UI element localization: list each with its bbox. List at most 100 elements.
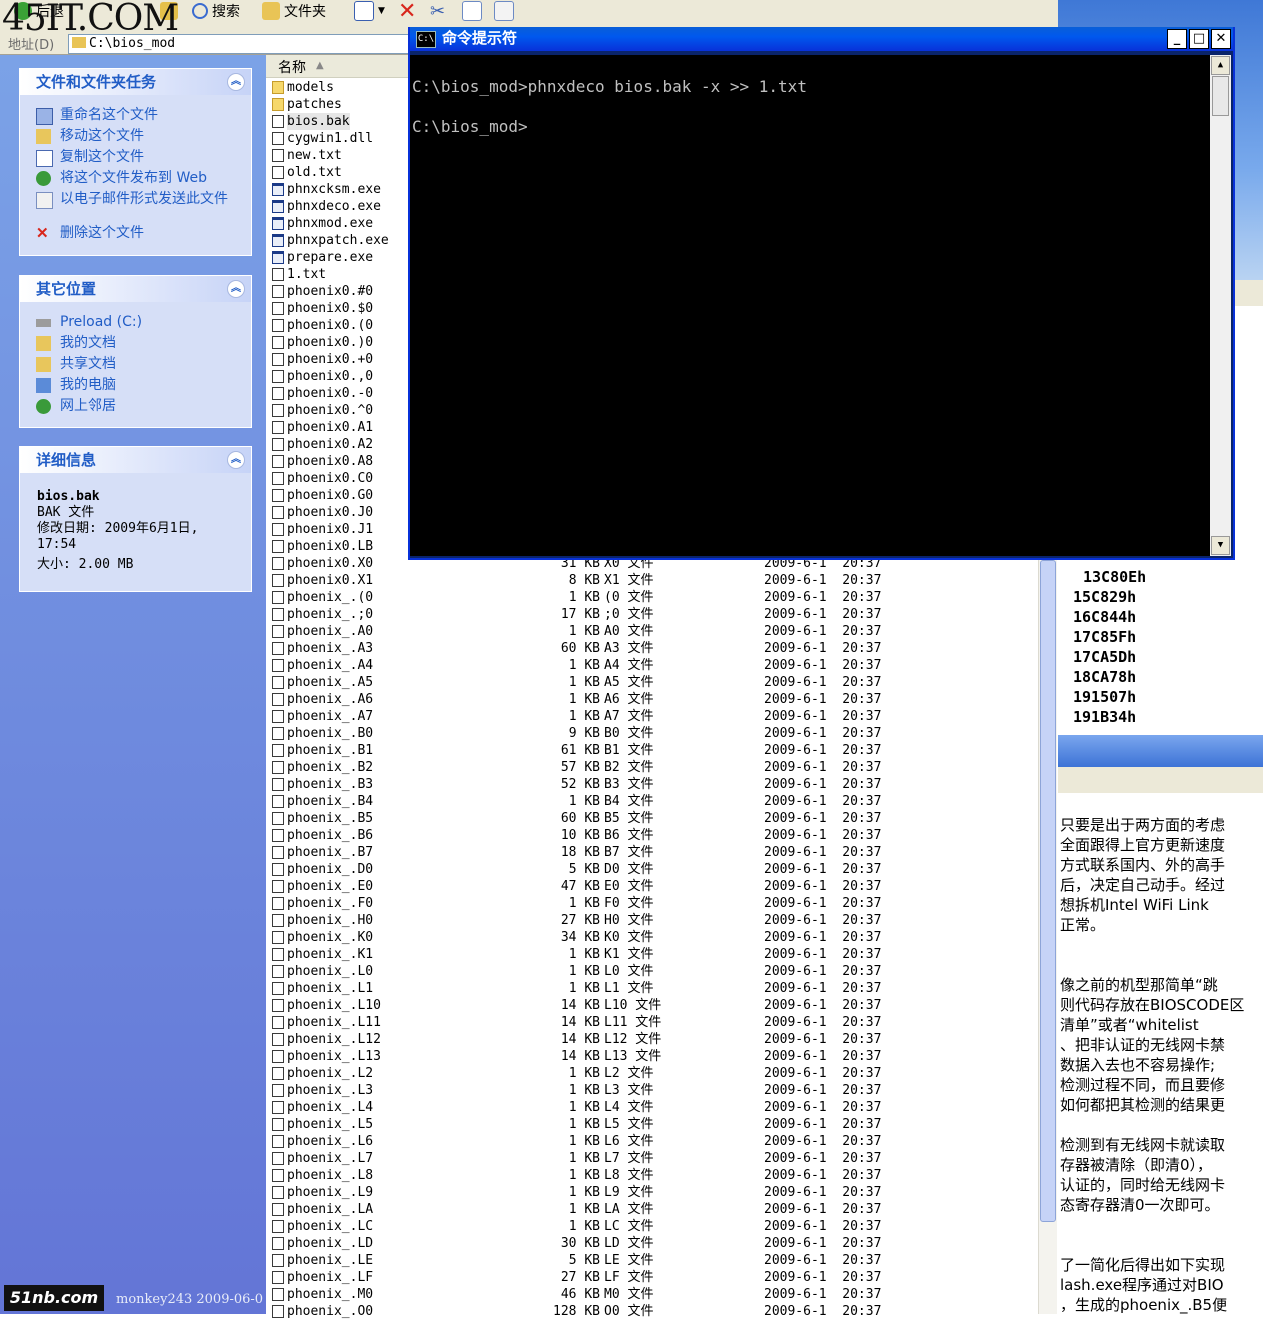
file-icon <box>272 489 284 502</box>
task-publish-web[interactable]: 将这个文件发布到 Web <box>20 168 251 189</box>
file-tasks-header[interactable]: 文件和文件夹任务 ︽ <box>20 69 251 95</box>
file-row[interactable]: phoenix_.A4 1 KB A4 文件 2009-6-1 20:37 <box>270 657 1050 674</box>
file-row[interactable]: phoenix_.A5 1 KB A5 文件 2009-6-1 20:37 <box>270 674 1050 691</box>
file-name: phoenix0.+0 <box>287 352 374 367</box>
file-name: phoenix_.LD <box>287 1236 374 1251</box>
delete-button[interactable]: ✕ <box>398 0 416 24</box>
file-row[interactable]: phoenix_.B1 61 KB B1 文件 2009-6-1 20:37 <box>270 742 1050 759</box>
file-row[interactable]: phoenix_.A3 60 KB A3 文件 2009-6-1 20:37 <box>270 640 1050 657</box>
address-label: 地址(D) <box>8 38 55 53</box>
other-places-header[interactable]: 其它位置 ︽ <box>20 276 251 302</box>
file-row[interactable]: phoenix_.L9 1 KB L9 文件 2009-6-1 20:37 <box>270 1184 1050 1201</box>
cmd-titlebar[interactable] <box>410 27 1233 51</box>
task-delete[interactable]: ✕ 删除这个文件 <box>20 223 251 244</box>
file-icon <box>272 268 284 281</box>
place-label: Preload (C:) <box>60 314 143 330</box>
minimize-button[interactable]: _ <box>1167 29 1187 49</box>
place-my-computer[interactable]: 我的电脑 <box>20 375 251 396</box>
file-tasks-panel: 文件和文件夹任务 ︽ 重命名这个文件 移动这个文件 复制这个文件 将这个文件发布… <box>19 68 252 256</box>
site-logo: 51nb.com <box>4 1285 104 1311</box>
file-row[interactable]: phoenix_.L12 14 KB L12 文件 2009-6-1 20:37 <box>270 1031 1050 1048</box>
hex-offset-line: 191B34h <box>1073 708 1137 726</box>
file-row[interactable]: phoenix_.LA 1 KB LA 文件 2009-6-1 20:37 <box>270 1201 1050 1218</box>
file-row[interactable]: phoenix_.B3 52 KB B3 文件 2009-6-1 20:37 <box>270 776 1050 793</box>
file-row[interactable]: phoenix_.LE 5 KB LE 文件 2009-6-1 20:37 <box>270 1252 1050 1269</box>
file-row[interactable]: phoenix_.B6 10 KB B6 文件 2009-6-1 20:37 <box>270 827 1050 844</box>
file-row[interactable]: phoenix_.L7 1 KB L7 文件 2009-6-1 20:37 <box>270 1150 1050 1167</box>
file-row[interactable]: phoenix_.B0 9 KB B0 文件 2009-6-1 20:37 <box>270 725 1050 742</box>
paste-button[interactable] <box>494 0 514 22</box>
task-rename[interactable]: 重命名这个文件 <box>20 105 251 126</box>
task-move[interactable]: 移动这个文件 <box>20 126 251 147</box>
collapse-chevron-icon[interactable]: ︽ <box>227 280 245 298</box>
file-name: phoenix0.X0 <box>287 556 374 571</box>
file-row[interactable]: phoenix_.A6 1 KB A6 文件 2009-6-1 20:37 <box>270 691 1050 708</box>
folders-button[interactable]: 文件夹 <box>262 0 326 22</box>
file-row[interactable]: phoenix_.B2 57 KB B2 文件 2009-6-1 20:37 <box>270 759 1050 776</box>
close-button[interactable]: ✕ <box>1211 29 1231 49</box>
file-row[interactable]: phoenix0.X1 8 KB X1 文件 2009-6-1 20:37 <box>270 572 1050 589</box>
file-tasks-title: 文件和文件夹任务 <box>36 73 157 91</box>
file-type: B3 文件 <box>604 777 654 792</box>
file-row[interactable]: phoenix_.F0 1 KB F0 文件 2009-6-1 20:37 <box>270 895 1050 912</box>
file-row[interactable]: phoenix_.L3 1 KB L3 文件 2009-6-1 20:37 <box>270 1082 1050 1099</box>
file-row[interactable]: phoenix_.B4 1 KB B4 文件 2009-6-1 20:37 <box>270 793 1050 810</box>
file-row[interactable]: phoenix_.L5 1 KB L5 文件 2009-6-1 20:37 <box>270 1116 1050 1133</box>
cmd-window-icon[interactable]: C:\ <box>416 31 436 48</box>
file-row[interactable]: phoenix_.A7 1 KB A7 文件 2009-6-1 20:37 <box>270 708 1050 725</box>
maximize-button[interactable]: □ <box>1189 29 1209 49</box>
file-type: A4 文件 <box>604 658 654 673</box>
place-my-documents[interactable]: 我的文档 <box>20 333 251 354</box>
file-row[interactable]: phoenix_.L2 1 KB L2 文件 2009-6-1 20:37 <box>270 1065 1050 1082</box>
place-network[interactable]: 网上邻居 <box>20 396 251 417</box>
file-row[interactable]: phoenix_.L0 1 KB L0 文件 2009-6-1 20:37 <box>270 963 1050 980</box>
cut-button[interactable]: ✂ <box>430 0 445 22</box>
task-copy[interactable]: 复制这个文件 <box>20 147 251 168</box>
task-email[interactable]: 以电子邮件形式发送此文件 <box>20 189 251 223</box>
file-icon <box>272 387 284 400</box>
file-row[interactable]: phoenix_.B7 18 KB B7 文件 2009-6-1 20:37 <box>270 844 1050 861</box>
file-row[interactable]: phoenix_.B5 60 KB B5 文件 2009-6-1 20:37 <box>270 810 1050 827</box>
file-row[interactable]: phoenix_.H0 27 KB H0 文件 2009-6-1 20:37 <box>270 912 1050 929</box>
file-icon <box>272 710 284 723</box>
file-row[interactable]: phoenix_.A0 1 KB A0 文件 2009-6-1 20:37 <box>270 623 1050 640</box>
address-input[interactable]: C:\bios_mod <box>68 34 410 54</box>
file-row[interactable]: phoenix_.L6 1 KB L6 文件 2009-6-1 20:37 <box>270 1133 1050 1150</box>
scroll-up-icon[interactable]: ▲ <box>1211 56 1230 75</box>
file-date: 2009-6-1 20:37 <box>764 1236 882 1251</box>
file-type: L2 文件 <box>604 1066 654 1081</box>
file-row[interactable]: phoenix_.K1 1 KB K1 文件 2009-6-1 20:37 <box>270 946 1050 963</box>
file-name: phoenix_.B7 <box>287 845 374 860</box>
console-output[interactable] <box>410 55 1210 556</box>
file-row[interactable]: phoenix_.O0 128 KB O0 文件 2009-6-1 20:37 <box>270 1303 1050 1320</box>
file-row[interactable]: phoenix_.D0 5 KB D0 文件 2009-6-1 20:37 <box>270 861 1050 878</box>
file-row[interactable]: phoenix_.K0 34 KB K0 文件 2009-6-1 20:37 <box>270 929 1050 946</box>
file-row[interactable]: phoenix_.L8 1 KB L8 文件 2009-6-1 20:37 <box>270 1167 1050 1184</box>
file-row[interactable]: phoenix_.M0 46 KB M0 文件 2009-6-1 20:37 <box>270 1286 1050 1303</box>
file-row[interactable]: phoenix_.LC 1 KB LC 文件 2009-6-1 20:37 <box>270 1218 1050 1235</box>
file-row[interactable]: phoenix_.L11 14 KB L11 文件 2009-6-1 20:37 <box>270 1014 1050 1031</box>
file-type: L3 文件 <box>604 1083 654 1098</box>
file-row[interactable]: phoenix_.L13 14 KB L13 文件 2009-6-1 20:37 <box>270 1048 1050 1065</box>
file-row[interactable]: phoenix_.;0 17 KB ;0 文件 2009-6-1 20:37 <box>270 606 1050 623</box>
search-button[interactable]: 搜索 <box>192 0 240 22</box>
collapse-chevron-icon[interactable]: ︽ <box>227 73 245 91</box>
scrollbar-thumb[interactable] <box>1040 560 1056 1222</box>
file-type: A5 文件 <box>604 675 654 690</box>
cmd-scrollbar[interactable] <box>1210 55 1231 556</box>
file-row[interactable]: phoenix_.LF 27 KB LF 文件 2009-6-1 20:37 <box>270 1269 1050 1286</box>
file-row[interactable]: phoenix_.L4 1 KB L4 文件 2009-6-1 20:37 <box>270 1099 1050 1116</box>
file-row[interactable]: phoenix_.L10 14 KB L10 文件 2009-6-1 20:37 <box>270 997 1050 1014</box>
file-row[interactable]: phoenix_.L1 1 KB L1 文件 2009-6-1 20:37 <box>270 980 1050 997</box>
scroll-down-icon[interactable]: ▼ <box>1211 536 1230 555</box>
place-preload[interactable]: Preload (C:) <box>20 312 251 333</box>
place-shared-documents[interactable]: 共享文档 <box>20 354 251 375</box>
collapse-chevron-icon[interactable]: ︽ <box>227 451 245 469</box>
views-button[interactable]: ▼ <box>354 0 385 22</box>
file-row[interactable]: phoenix_.(0 1 KB (0 文件 2009-6-1 20:37 <box>270 589 1050 606</box>
details-header[interactable]: 详细信息 ︽ <box>20 447 251 473</box>
copy-button[interactable] <box>462 0 482 22</box>
file-row[interactable]: phoenix_.LD 30 KB LD 文件 2009-6-1 20:37 <box>270 1235 1050 1252</box>
file-row[interactable]: phoenix_.E0 47 KB E0 文件 2009-6-1 20:37 <box>270 878 1050 895</box>
cmd-scrollbar-thumb[interactable] <box>1212 76 1229 116</box>
